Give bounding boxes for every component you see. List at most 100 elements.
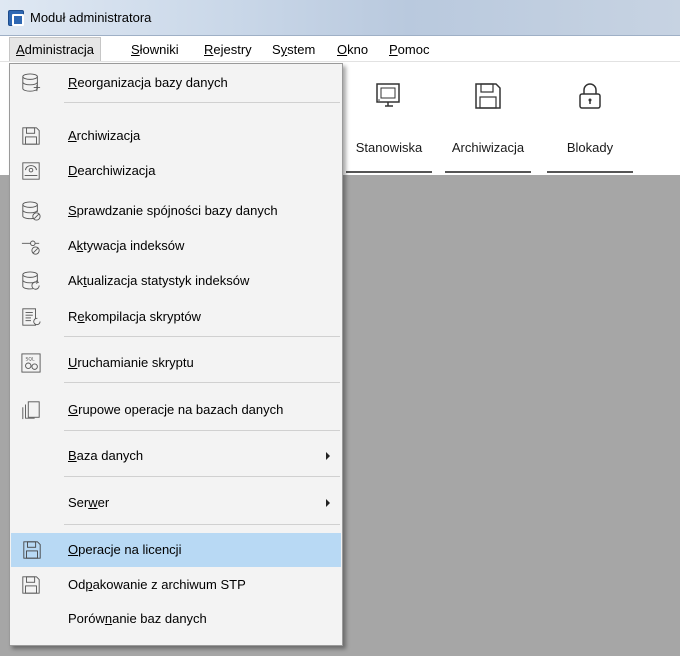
- toolbar-archiwizacja-button[interactable]: Archiwizacja: [439, 63, 537, 175]
- menu-item-label: Rekompilacja skryptów: [68, 309, 201, 324]
- group-operations-icon: [22, 401, 40, 420]
- label-rest: aza danych: [76, 448, 144, 463]
- menu-item-label: Baza danych: [68, 448, 143, 463]
- menu-item-baza-danych[interactable]: Baza danych: [10, 440, 342, 472]
- menu-item-label: Dearchiwizacja: [68, 163, 155, 178]
- toolbar-blokady-button[interactable]: Blokady: [541, 63, 639, 175]
- label-pre: R: [68, 309, 78, 324]
- accel: e: [77, 309, 85, 324]
- menu-item-uruchamianie-skryptu[interactable]: SQL Uruchamianie skryptu: [10, 347, 342, 379]
- menu-item-sprawdzanie-spojnosci[interactable]: Sprawdzanie spójności bazy danych: [10, 195, 342, 227]
- menu-item-odpakowanie-stp[interactable]: Odpakowanie z archiwum STP: [10, 569, 342, 601]
- menu-okno-accel: O: [337, 42, 348, 57]
- menu-pomoc-rest: omoc: [397, 42, 430, 57]
- label-rest: rupowe operacje na bazach danych: [78, 402, 284, 417]
- toolbar-archiwizacja-label: Archiwizacja: [451, 140, 525, 155]
- database-reorganize-icon: [22, 73, 41, 92]
- menu-item-label: Archiwizacja: [68, 128, 140, 143]
- script-recompile-icon: [22, 308, 41, 326]
- padlock-icon: [579, 83, 601, 109]
- menu-pomoc-accel: P: [389, 42, 398, 57]
- menu-administracja[interactable]: Administracja: [9, 37, 102, 61]
- menu-item-porownanie-baz[interactable]: Porównanie baz danych: [10, 603, 342, 635]
- label-pre: Porów: [68, 611, 105, 626]
- app-icon: [8, 10, 24, 26]
- accel: S: [68, 203, 77, 218]
- menu-item-serwer[interactable]: Serwer: [10, 487, 342, 519]
- accel: B: [68, 448, 77, 463]
- label-rest: anie baz danych: [112, 611, 207, 626]
- label-pre: Od: [68, 577, 86, 592]
- accel: p: [85, 577, 93, 592]
- menu-item-aktualizacja-statystyk[interactable]: Aktualizacja statystyk indeksów: [10, 265, 342, 297]
- floppy-disk-icon: [23, 541, 41, 559]
- index-activate-icon: [21, 240, 40, 255]
- label-rest: er: [97, 495, 110, 510]
- accel: D: [68, 163, 78, 178]
- menu-separator: [64, 102, 340, 103]
- label-pre: Ak: [68, 273, 84, 288]
- sql-script-icon: SQL: [21, 353, 41, 373]
- accel: O: [68, 542, 79, 557]
- label-pre: Ser: [68, 495, 89, 510]
- menu-system-rest: stem: [287, 42, 316, 57]
- menu-item-label: Grupowe operacje na bazach danych: [68, 402, 283, 417]
- database-refresh-icon: [22, 271, 40, 290]
- menu-item-label: Aktualizacja statystyk indeksów: [68, 273, 249, 288]
- label-rest: kompilacja skryptów: [84, 309, 201, 324]
- menu-slowniki[interactable]: Słowniki: [131, 42, 179, 57]
- menu-item-aktywacja-indeksow[interactable]: Aktywacja indeksów: [10, 230, 342, 262]
- menu-rejestry-accel: R: [204, 42, 214, 57]
- menu-separator: [64, 524, 340, 525]
- toolbar-divider: [445, 171, 531, 173]
- menu-administracja-rest: dministracja: [24, 42, 95, 57]
- menu-system[interactable]: System: [272, 42, 315, 57]
- svg-text:SQL: SQL: [26, 356, 35, 362]
- label-rest: prawdzanie spójności bazy danych: [76, 203, 278, 218]
- label-rest: rchiwizacja: [76, 128, 141, 143]
- accel: R: [68, 75, 78, 90]
- label-rest: akowanie z archiwum STP: [92, 577, 246, 592]
- floppy-disk-icon: [22, 127, 40, 145]
- menu-item-rekompilacja-skryptow[interactable]: Rekompilacja skryptów: [10, 301, 342, 333]
- label-rest: tywacja indeksów: [83, 238, 185, 253]
- accel: A: [68, 128, 77, 143]
- menu-item-dearchiwizacja[interactable]: Dearchiwizacja: [10, 155, 342, 187]
- monitor-icon: [376, 83, 400, 107]
- label-rest: peracje na licencji: [78, 542, 182, 557]
- menu-item-label: Aktywacja indeksów: [68, 238, 184, 253]
- accel: U: [68, 355, 78, 370]
- toolbar-blokady-label: Blokady: [566, 140, 614, 155]
- menu-item-grupowe-operacje[interactable]: Grupowe operacje na bazach danych: [10, 394, 342, 426]
- menu-slowniki-rest: łowniki: [139, 42, 179, 57]
- menu-item-label: Serwer: [68, 495, 109, 510]
- menu-separator: [64, 336, 340, 337]
- menu-okno[interactable]: Okno: [337, 42, 368, 57]
- accel: G: [68, 402, 79, 417]
- menu-item-label: Sprawdzanie spójności bazy danych: [68, 203, 278, 218]
- floppy-disk-icon: [22, 576, 40, 594]
- menu-separator: [64, 430, 340, 431]
- label-rest: ruchamianie skryptu: [77, 355, 194, 370]
- menu-item-reorganizacja[interactable]: Reorganizacja bazy danych: [10, 67, 342, 99]
- menu-item-label: Operacje na licencji: [68, 542, 181, 557]
- database-check-icon: [22, 201, 41, 221]
- accel: w: [88, 495, 98, 510]
- menu-pomoc[interactable]: Pomoc: [389, 42, 429, 57]
- administracja-dropdown-menu: Reorganizacja bazy danych Archiwizacja D…: [9, 63, 343, 646]
- window-title: Moduł administratora: [30, 10, 152, 25]
- menu-separator: [64, 476, 340, 477]
- menu-system-pre: S: [272, 42, 281, 57]
- label-pre: A: [68, 238, 77, 253]
- menu-slowniki-accel: S: [131, 42, 140, 57]
- menu-item-archiwizacja[interactable]: Archiwizacja: [10, 120, 342, 152]
- menu-administracja-accel: A: [16, 42, 25, 57]
- menu-item-label: Odpakowanie z archiwum STP: [68, 577, 246, 592]
- menu-separator: [64, 382, 340, 383]
- submenu-arrow-icon: [326, 452, 330, 460]
- menu-rejestry-rest: ejestry: [213, 42, 252, 57]
- menu-rejestry[interactable]: Rejestry: [204, 42, 252, 57]
- toolbar-stanowiska-button[interactable]: Stanowiska: [340, 63, 438, 175]
- menu-item-operacje-na-licencji[interactable]: Operacje na licencji: [11, 533, 341, 567]
- toolbar-stanowiska-label: Stanowiska: [355, 140, 423, 155]
